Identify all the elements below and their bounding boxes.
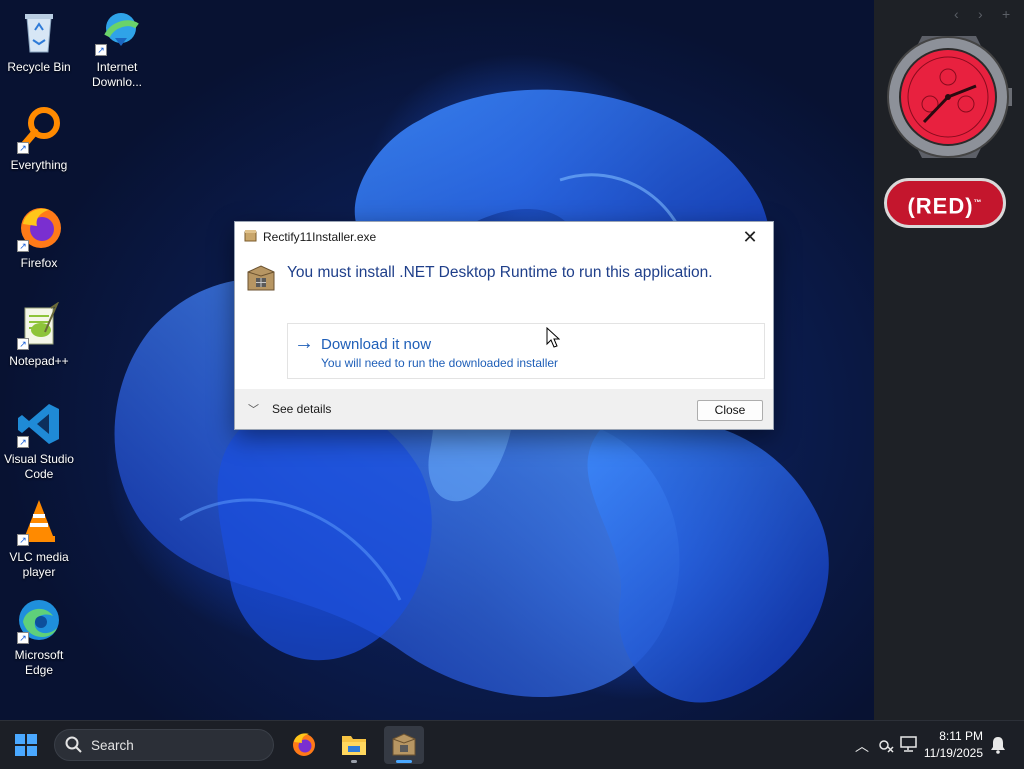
- download-option-title: Download it now: [321, 336, 432, 353]
- desktop-icon-internet-download-manager[interactable]: ↗ Internet Downlo...: [78, 8, 156, 90]
- taskbar-app-installer[interactable]: [384, 726, 424, 764]
- active-indicator: [396, 760, 412, 763]
- chevron-up-icon[interactable]: ︿: [855, 736, 869, 756]
- shortcut-arrow-icon: ↗: [17, 632, 29, 644]
- see-details-toggle[interactable]: See details: [272, 402, 331, 416]
- internet-download-manager-icon: ↗: [93, 8, 141, 56]
- installer-package-icon: [244, 230, 257, 242]
- vlc-icon: ↗: [15, 498, 63, 546]
- desktop-icon-vscode[interactable]: ↗ Visual Studio Code: [0, 400, 78, 482]
- dialog-title: Rectify11Installer.exe: [263, 230, 377, 244]
- start-button[interactable]: [14, 733, 38, 757]
- recycle-bin-icon: [15, 8, 63, 56]
- add-widget-icon[interactable]: +: [1002, 6, 1010, 22]
- desktop-icon-everything[interactable]: ↗ Everything: [0, 106, 78, 173]
- desktop-icon-label: Internet Downlo...: [91, 60, 143, 89]
- shortcut-arrow-icon: ↗: [17, 534, 29, 546]
- desktop-icon-label: Visual Studio Code: [4, 452, 74, 481]
- prev-arrow-icon[interactable]: ‹: [954, 6, 959, 22]
- trademark-mark: ™: [973, 198, 983, 207]
- desktop-icon-label: VLC media player: [9, 550, 69, 579]
- taskbar: Search ︿ 8:11 PM 11/19/2025: [0, 720, 1024, 769]
- desktop-icon-vlc[interactable]: ↗ VLC media player: [0, 498, 78, 580]
- installer-package-icon: [392, 733, 416, 756]
- desktop-icon-recycle-bin[interactable]: Recycle Bin: [0, 8, 78, 75]
- arrow-right-icon: →: [294, 332, 314, 354]
- desktop-icon-label: Recycle Bin: [7, 60, 71, 74]
- taskbar-app-file-explorer[interactable]: [334, 726, 374, 764]
- firefox-icon: [293, 733, 315, 756]
- taskbar-search[interactable]: Search: [54, 729, 274, 761]
- mouse-cursor-icon: [546, 327, 560, 348]
- desktop-icon-label: Notepad++: [9, 354, 69, 368]
- edge-icon: ↗: [15, 596, 63, 644]
- search-placeholder: Search: [91, 738, 134, 753]
- next-arrow-icon[interactable]: ›: [978, 6, 983, 22]
- shortcut-arrow-icon: ↗: [95, 44, 107, 56]
- widget-panel: ‹ › + (RED)™: [874, 0, 1024, 720]
- clock-date[interactable]: 11/19/2025: [916, 746, 983, 760]
- watch-widget: [887, 36, 1012, 158]
- desktop-icon-edge[interactable]: ↗ Microsoft Edge: [0, 596, 78, 678]
- file-explorer-icon: [342, 736, 366, 755]
- network-disconnected-icon[interactable]: [878, 737, 894, 753]
- shortcut-arrow-icon: ↗: [17, 142, 29, 154]
- dialog-message: You must install .NET Desktop Runtime to…: [287, 264, 713, 281]
- download-option-subtitle: You will need to run the downloaded inst…: [321, 356, 559, 370]
- red-badge: (RED)™: [884, 178, 1006, 228]
- search-icon: [65, 736, 82, 753]
- chevron-down-icon[interactable]: ﹀: [248, 401, 259, 417]
- running-indicator: [351, 760, 357, 763]
- vscode-icon: ↗: [15, 400, 63, 448]
- shortcut-arrow-icon: ↗: [17, 240, 29, 252]
- red-badge-text: (RED): [907, 193, 974, 219]
- firefox-icon: ↗: [15, 204, 63, 252]
- taskbar-app-firefox[interactable]: [284, 726, 324, 764]
- notepad-plus-plus-icon: ↗: [15, 301, 63, 350]
- dialog-footer: ﹀ See details Close: [235, 389, 773, 429]
- installer-package-icon: [247, 265, 275, 291]
- shortcut-arrow-icon: ↗: [17, 338, 29, 350]
- desktop-icon-firefox[interactable]: ↗ Firefox: [0, 204, 78, 271]
- notification-bell-icon[interactable]: [990, 736, 1006, 754]
- shortcut-arrow-icon: ↗: [17, 436, 29, 448]
- desktop-icon-label: Everything: [10, 158, 68, 172]
- task-dialog: Rectify11Installer.exe ✕ You must instal…: [234, 221, 774, 430]
- desktop-icon-notepad-plus-plus[interactable]: ↗ Notepad++: [0, 301, 78, 369]
- clock-time[interactable]: 8:11 PM: [930, 729, 983, 743]
- download-now-option[interactable]: → Download it now You will need to run t…: [287, 323, 765, 379]
- close-icon[interactable]: ✕: [731, 223, 769, 251]
- everything-search-icon: ↗: [15, 106, 63, 154]
- desktop-icon-label: Microsoft Edge: [14, 648, 64, 677]
- close-button[interactable]: Close: [697, 400, 763, 421]
- desktop-icon-label: Firefox: [20, 256, 58, 270]
